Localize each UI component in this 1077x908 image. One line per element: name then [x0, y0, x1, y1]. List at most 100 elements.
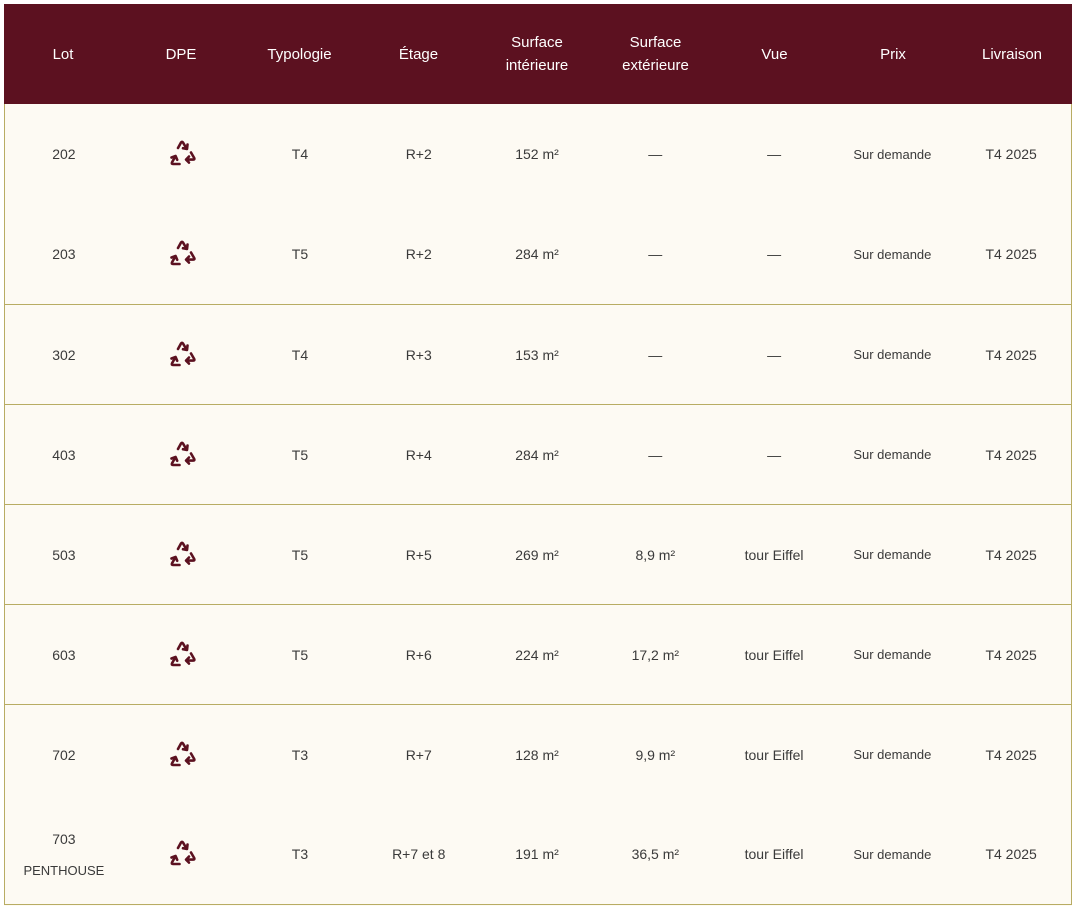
lot-number: 202 — [52, 146, 76, 162]
cell-typologie: T5 — [291, 246, 309, 262]
table-row[interactable]: 202 T4 R+2 152 m² — — Sur demande T4 202… — [5, 104, 1071, 204]
cell-dpe[interactable] — [123, 104, 241, 204]
recycle-icon[interactable] — [166, 838, 198, 870]
cell-surface-exterieure: 9,9 m² — [635, 746, 676, 763]
cell-surface-exterieure: 36,5 m² — [631, 846, 680, 862]
lot-number: 703 — [52, 830, 76, 847]
cell-livraison: T4 2025 — [985, 646, 1037, 663]
recycle-icon[interactable] — [166, 439, 198, 471]
cell-lot: 702 — [5, 705, 123, 804]
cell-livraison: T4 2025 — [985, 546, 1037, 563]
cell-livraison: T4 2025 — [985, 846, 1037, 862]
cell-etage: R+7 et 8 — [392, 846, 446, 862]
cell-surface-interieure: 284 m² — [515, 246, 559, 262]
cell-surface-interieure: 152 m² — [515, 146, 559, 162]
cell-livraison: T4 2025 — [985, 746, 1037, 763]
header-etage: Étage — [398, 45, 439, 63]
table-row[interactable]: 203 T5 R+2 284 m² — — Sur demande T4 202… — [5, 204, 1071, 304]
cell-surface-interieure: 128 m² — [515, 746, 559, 763]
table-row[interactable]: 403 T5 R+4 284 m² — — Sur demande T4 202… — [5, 404, 1071, 504]
cell-vue: — — [767, 446, 782, 463]
cell-surface-interieure: 153 m² — [515, 346, 559, 363]
cell-surface-interieure: 269 m² — [515, 546, 559, 563]
cell-lot: 503 — [5, 505, 123, 604]
cell-surface-interieure: 284 m² — [515, 446, 559, 463]
cell-dpe[interactable] — [123, 505, 241, 604]
cell-surface-interieure: 224 m² — [515, 646, 559, 663]
cell-lot: 202 — [5, 104, 123, 204]
cell-prix: Sur demande — [853, 447, 932, 462]
lot-number: 702 — [52, 746, 76, 763]
cell-typologie: T5 — [291, 446, 309, 463]
cell-surface-exterieure: — — [648, 346, 663, 363]
cell-typologie: T5 — [291, 546, 309, 563]
header-typologie: Typologie — [267, 45, 332, 63]
cell-vue: tour Eiffel — [744, 646, 804, 663]
cell-livraison: T4 2025 — [985, 346, 1037, 363]
cell-etage: R+5 — [405, 546, 432, 563]
cell-lot: 203 — [5, 204, 123, 304]
cell-prix: Sur demande — [853, 347, 932, 362]
lot-subtitle: PENTHOUSE — [23, 862, 105, 878]
cell-etage: R+2 — [405, 146, 432, 162]
table-row[interactable]: 302 T4 R+3 153 m² — — Sur demande T4 202… — [5, 304, 1071, 404]
cell-typologie: T3 — [291, 846, 309, 862]
cell-lot: 403 — [5, 405, 123, 504]
table-header: Lot DPE Typologie Étage Surface intérieu… — [4, 4, 1072, 104]
cell-dpe[interactable] — [123, 804, 241, 904]
header-livraison: Livraison — [981, 45, 1043, 63]
cell-surface-exterieure: — — [648, 446, 663, 463]
lot-number: 302 — [52, 346, 76, 363]
cell-livraison: T4 2025 — [985, 246, 1037, 262]
recycle-icon[interactable] — [166, 539, 198, 571]
cell-prix: Sur demande — [853, 246, 932, 262]
cell-vue: — — [767, 146, 782, 162]
cell-vue: tour Eiffel — [744, 746, 804, 763]
cell-lot: 302 — [5, 305, 123, 404]
cell-prix: Sur demande — [853, 146, 932, 162]
recycle-icon[interactable] — [166, 739, 198, 771]
header-lot: Lot — [52, 45, 74, 63]
header-dpe: DPE — [165, 45, 197, 63]
cell-dpe[interactable] — [123, 605, 241, 704]
table-row[interactable]: 702 T3 R+7 128 m² 9,9 m² tour Eiffel Sur… — [5, 704, 1071, 804]
cell-dpe[interactable] — [123, 204, 241, 304]
cell-etage: R+2 — [405, 246, 432, 262]
lot-number: 603 — [52, 646, 76, 663]
recycle-icon[interactable] — [166, 238, 198, 270]
recycle-icon[interactable] — [166, 639, 198, 671]
cell-typologie: T4 — [291, 346, 309, 363]
header-surface-exterieure: Surface extérieure — [622, 34, 689, 74]
cell-typologie: T4 — [291, 146, 309, 162]
cell-vue: tour Eiffel — [744, 846, 804, 862]
cell-vue: — — [767, 246, 782, 262]
cell-surface-exterieure: — — [648, 246, 663, 262]
table-body: 202 T4 R+2 152 m² — — Sur demande T4 202… — [4, 104, 1072, 905]
cell-dpe[interactable] — [123, 705, 241, 804]
cell-etage: R+6 — [405, 646, 432, 663]
cell-livraison: T4 2025 — [985, 146, 1037, 162]
cell-surface-exterieure: 17,2 m² — [631, 646, 680, 663]
table-row[interactable]: 703 PENTHOUSE T3 R+7 et 8 191 m² 36,5 m²… — [5, 804, 1071, 904]
lot-number: 203 — [52, 246, 76, 262]
cell-typologie: T5 — [291, 646, 309, 663]
cell-prix: Sur demande — [853, 846, 932, 862]
cell-lot: 603 — [5, 605, 123, 704]
cell-prix: Sur demande — [853, 647, 932, 662]
header-surface-interieure: Surface intérieure — [505, 34, 569, 74]
cell-surface-interieure: 191 m² — [515, 846, 559, 862]
recycle-icon[interactable] — [166, 339, 198, 371]
cell-surface-exterieure: — — [648, 146, 663, 162]
recycle-icon[interactable] — [166, 138, 198, 170]
cell-dpe[interactable] — [123, 305, 241, 404]
header-vue: Vue — [761, 45, 788, 63]
table-row[interactable]: 603 T5 R+6 224 m² 17,2 m² tour Eiffel Su… — [5, 604, 1071, 704]
lot-number: 503 — [52, 546, 76, 563]
cell-etage: R+7 — [405, 746, 432, 763]
cell-livraison: T4 2025 — [985, 446, 1037, 463]
header-prix: Prix — [880, 45, 906, 63]
table-row[interactable]: 503 T5 R+5 269 m² 8,9 m² tour Eiffel Sur… — [5, 504, 1071, 604]
cell-etage: R+3 — [405, 346, 432, 363]
cell-lot: 703 PENTHOUSE — [5, 804, 123, 904]
cell-dpe[interactable] — [123, 405, 241, 504]
